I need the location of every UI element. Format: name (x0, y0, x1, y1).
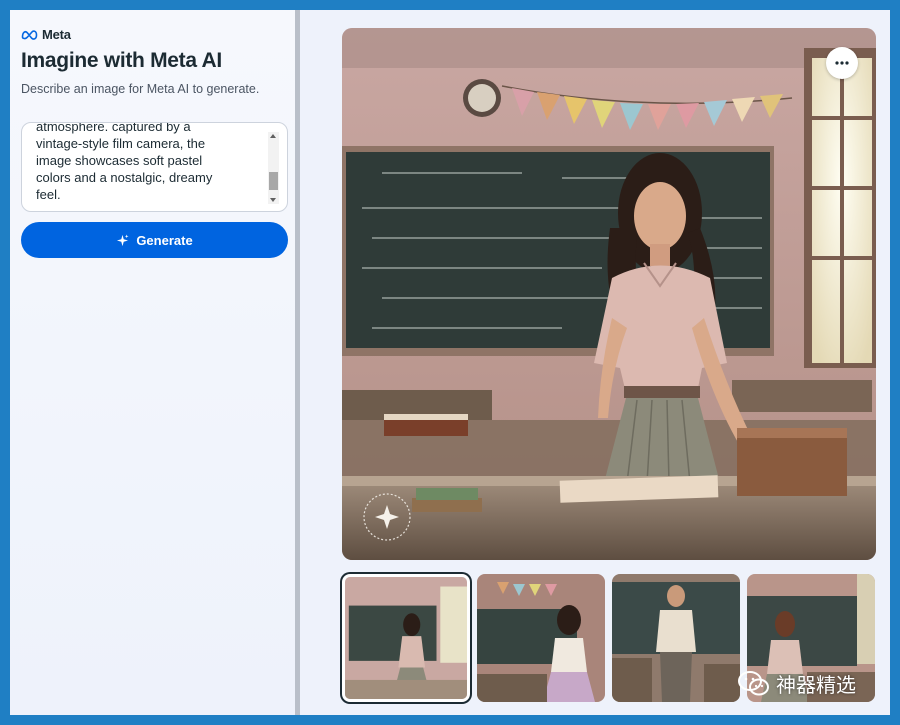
wechat-watermark: 神器精选 (738, 669, 856, 698)
sparkle-icon (117, 233, 129, 246)
panel-divider[interactable] (295, 10, 300, 715)
thumbnail-2[interactable] (477, 574, 605, 702)
generated-image[interactable] (342, 28, 876, 560)
scroll-down-arrow-icon[interactable] (270, 198, 276, 202)
meta-logo[interactable]: Meta (21, 27, 71, 42)
app-frame: Meta Imagine with Meta AI Describe an im… (10, 10, 890, 715)
scroll-up-arrow-icon[interactable] (270, 134, 276, 138)
more-horizontal-icon (835, 61, 849, 65)
meta-infinity-icon (21, 30, 38, 40)
prompt-panel: Meta Imagine with Meta AI Describe an im… (10, 10, 295, 715)
thumbnail-image-1 (345, 577, 467, 699)
prompt-textarea[interactable]: atmosphere. captured by a vintage-style … (21, 122, 288, 212)
scrollbar-thumb[interactable] (269, 172, 278, 190)
prompt-text: atmosphere. captured by a vintage-style … (36, 122, 213, 202)
generate-label: Generate (136, 232, 193, 248)
thumbnail-1[interactable] (342, 574, 470, 702)
thumbnail-image-3 (612, 574, 740, 702)
watermark-text: 神器精选 (776, 673, 856, 697)
generate-button[interactable]: Generate (21, 222, 288, 258)
prompt-scrollbar[interactable] (268, 132, 279, 204)
thumbnail-image-2 (477, 574, 605, 702)
thumbnail-3[interactable] (612, 574, 740, 702)
wechat-icon (738, 670, 769, 695)
classroom-scene (342, 28, 876, 560)
brand-name: Meta (42, 27, 71, 42)
more-options-button[interactable] (826, 47, 858, 79)
page-subtitle: Describe an image for Meta AI to generat… (21, 82, 260, 96)
page-title: Imagine with Meta AI (21, 49, 222, 72)
